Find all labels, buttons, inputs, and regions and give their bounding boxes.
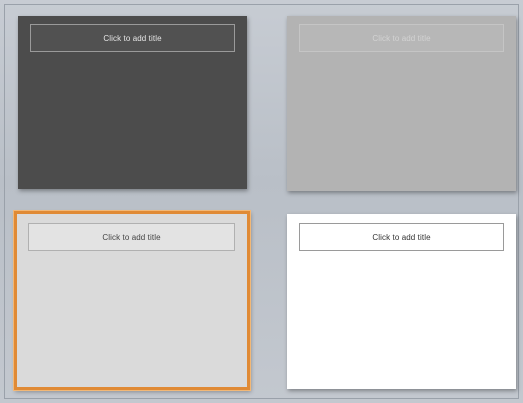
slide-thumbnail-white[interactable]: Click to add title — [287, 214, 516, 389]
title-placeholder[interactable]: Click to add title — [30, 24, 235, 52]
title-placeholder[interactable]: Click to add title — [299, 223, 504, 251]
title-placeholder[interactable]: Click to add title — [28, 223, 235, 251]
slide-thumbnail-dark[interactable]: Click to add title — [18, 16, 247, 189]
slide-thumbnail-light-selected[interactable]: Click to add title — [14, 211, 250, 390]
slide-thumbnail-gray[interactable]: Click to add title — [287, 16, 516, 191]
title-placeholder[interactable]: Click to add title — [299, 24, 504, 52]
